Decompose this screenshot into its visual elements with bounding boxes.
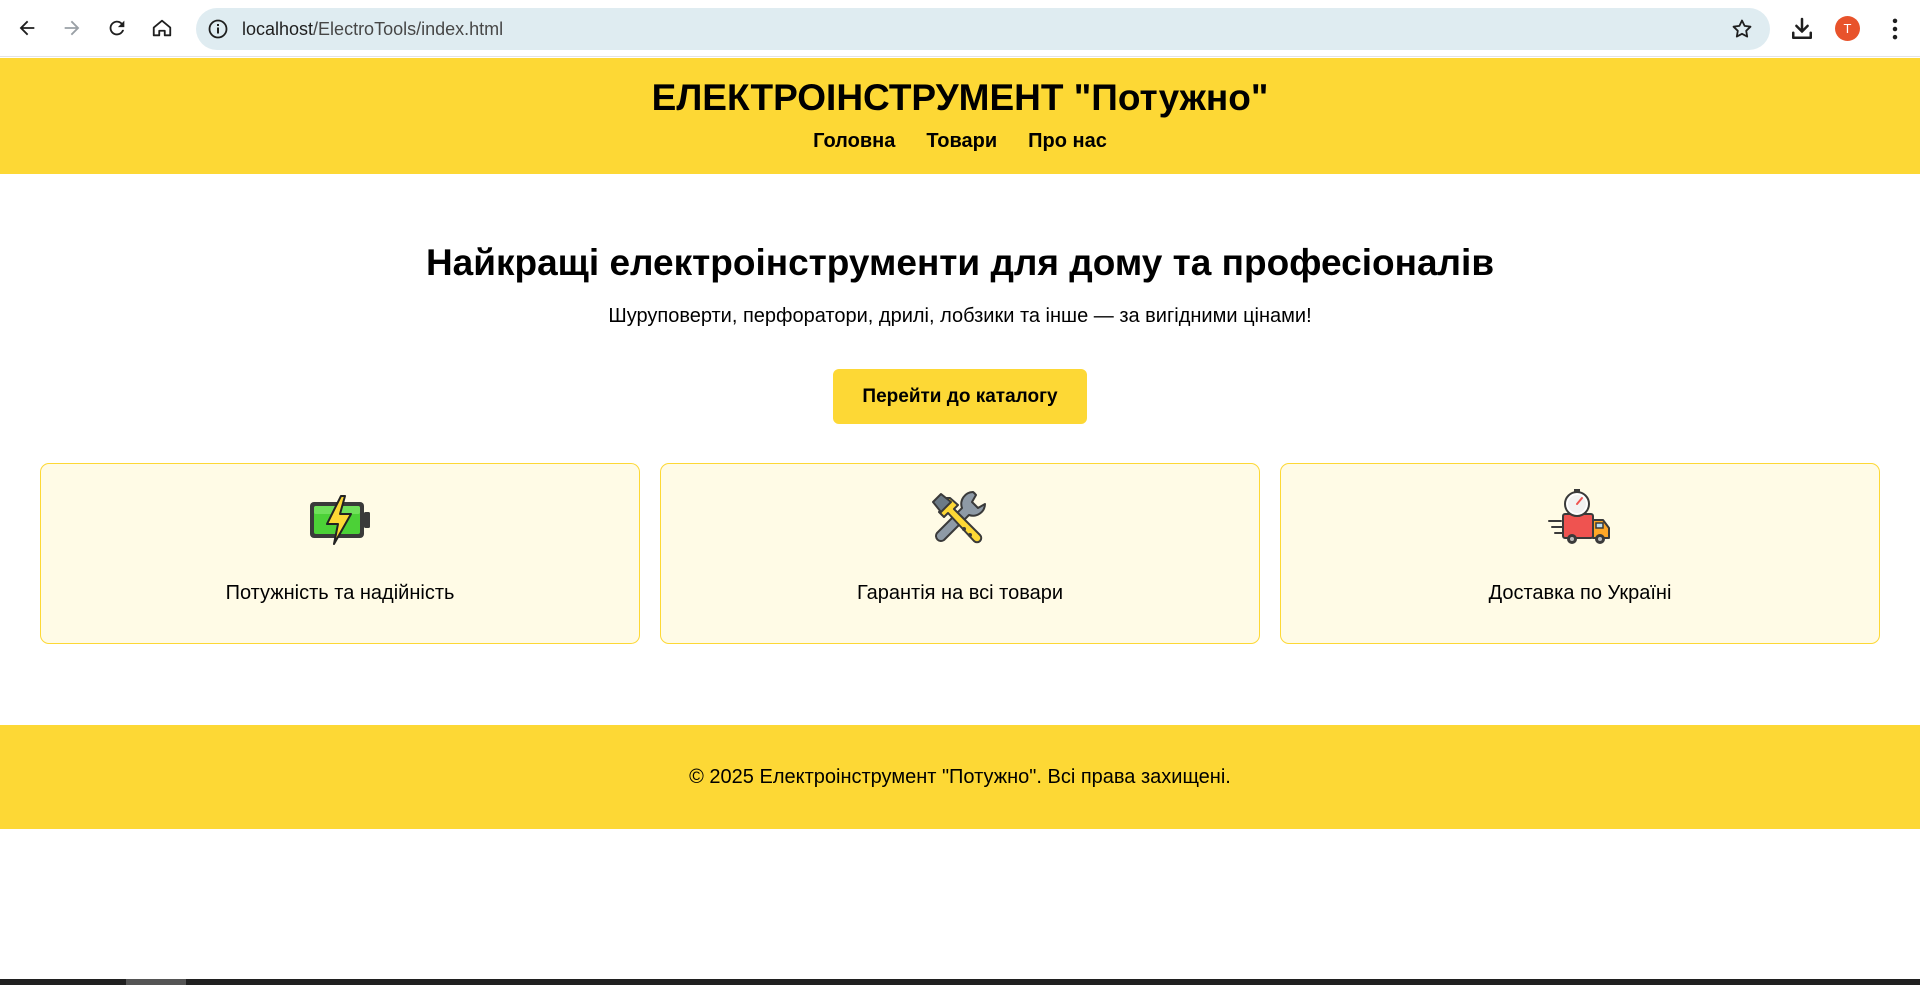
browser-toolbar: localhost/ElectroTools/index.html T [0, 0, 1920, 57]
address-bar[interactable]: localhost/ElectroTools/index.html [196, 8, 1770, 50]
arrow-right-icon [64, 20, 80, 36]
main-nav: Головна Товари Про нас [0, 130, 1920, 153]
site-info-icon[interactable] [206, 17, 230, 41]
bookmark-star-icon[interactable] [1730, 17, 1754, 41]
taskbar-item[interactable] [126, 979, 186, 985]
taskbar-strip [0, 979, 1920, 985]
back-button[interactable] [9, 10, 45, 46]
feature-card-delivery: Доставка по Україні [1280, 463, 1880, 644]
url-host: localhost [242, 19, 314, 39]
more-menu-icon[interactable] [1880, 14, 1910, 44]
profile-avatar[interactable]: T [1835, 16, 1860, 41]
site-title: ЕЛЕКТРОІНСТРУМЕНТ "Потужно" [651, 77, 1269, 118]
battery-lightning-icon [310, 495, 370, 545]
download-icon[interactable] [1787, 14, 1817, 44]
nav-link-about[interactable]: Про нас [1028, 130, 1107, 153]
url-text: localhost/ElectroTools/index.html [242, 19, 503, 40]
delivery-truck-icon [1548, 489, 1610, 544]
feature-label: Доставка по Україні [1488, 582, 1672, 604]
copyright-text: © 2025 Електроінструмент "Потужно". Всі … [689, 766, 1231, 788]
site-footer: © 2025 Електроінструмент "Потужно". Всі … [0, 725, 1920, 829]
home-button[interactable] [144, 10, 180, 46]
forward-button[interactable] [54, 10, 90, 46]
feature-label: Гарантія на всі товари [856, 582, 1064, 604]
hero-subtitle: Шуруповерти, перфоратори, дрилі, лобзики… [608, 305, 1312, 327]
hammer-wrench-icon [932, 491, 986, 544]
reload-icon [109, 20, 125, 36]
url-path: /ElectroTools/index.html [313, 19, 504, 39]
nav-link-home[interactable]: Головна [813, 130, 895, 153]
nav-link-products[interactable]: Товари [926, 130, 997, 153]
site-header: ЕЛЕКТРОІНСТРУМЕНТ "Потужно" Головна Това… [0, 58, 1920, 174]
catalog-button[interactable]: Перейти до каталогу [833, 369, 1087, 424]
feature-label: Потужність та надійність [225, 582, 455, 604]
reload-button[interactable] [99, 10, 135, 46]
feature-card-power: Потужність та надійність [40, 463, 640, 644]
home-icon [152, 19, 172, 37]
feature-card-warranty: Гарантія на всі товари [660, 463, 1260, 644]
hero-title: Найкращі електроінструменти для дому та … [425, 242, 1495, 283]
arrow-left-icon [19, 20, 35, 36]
